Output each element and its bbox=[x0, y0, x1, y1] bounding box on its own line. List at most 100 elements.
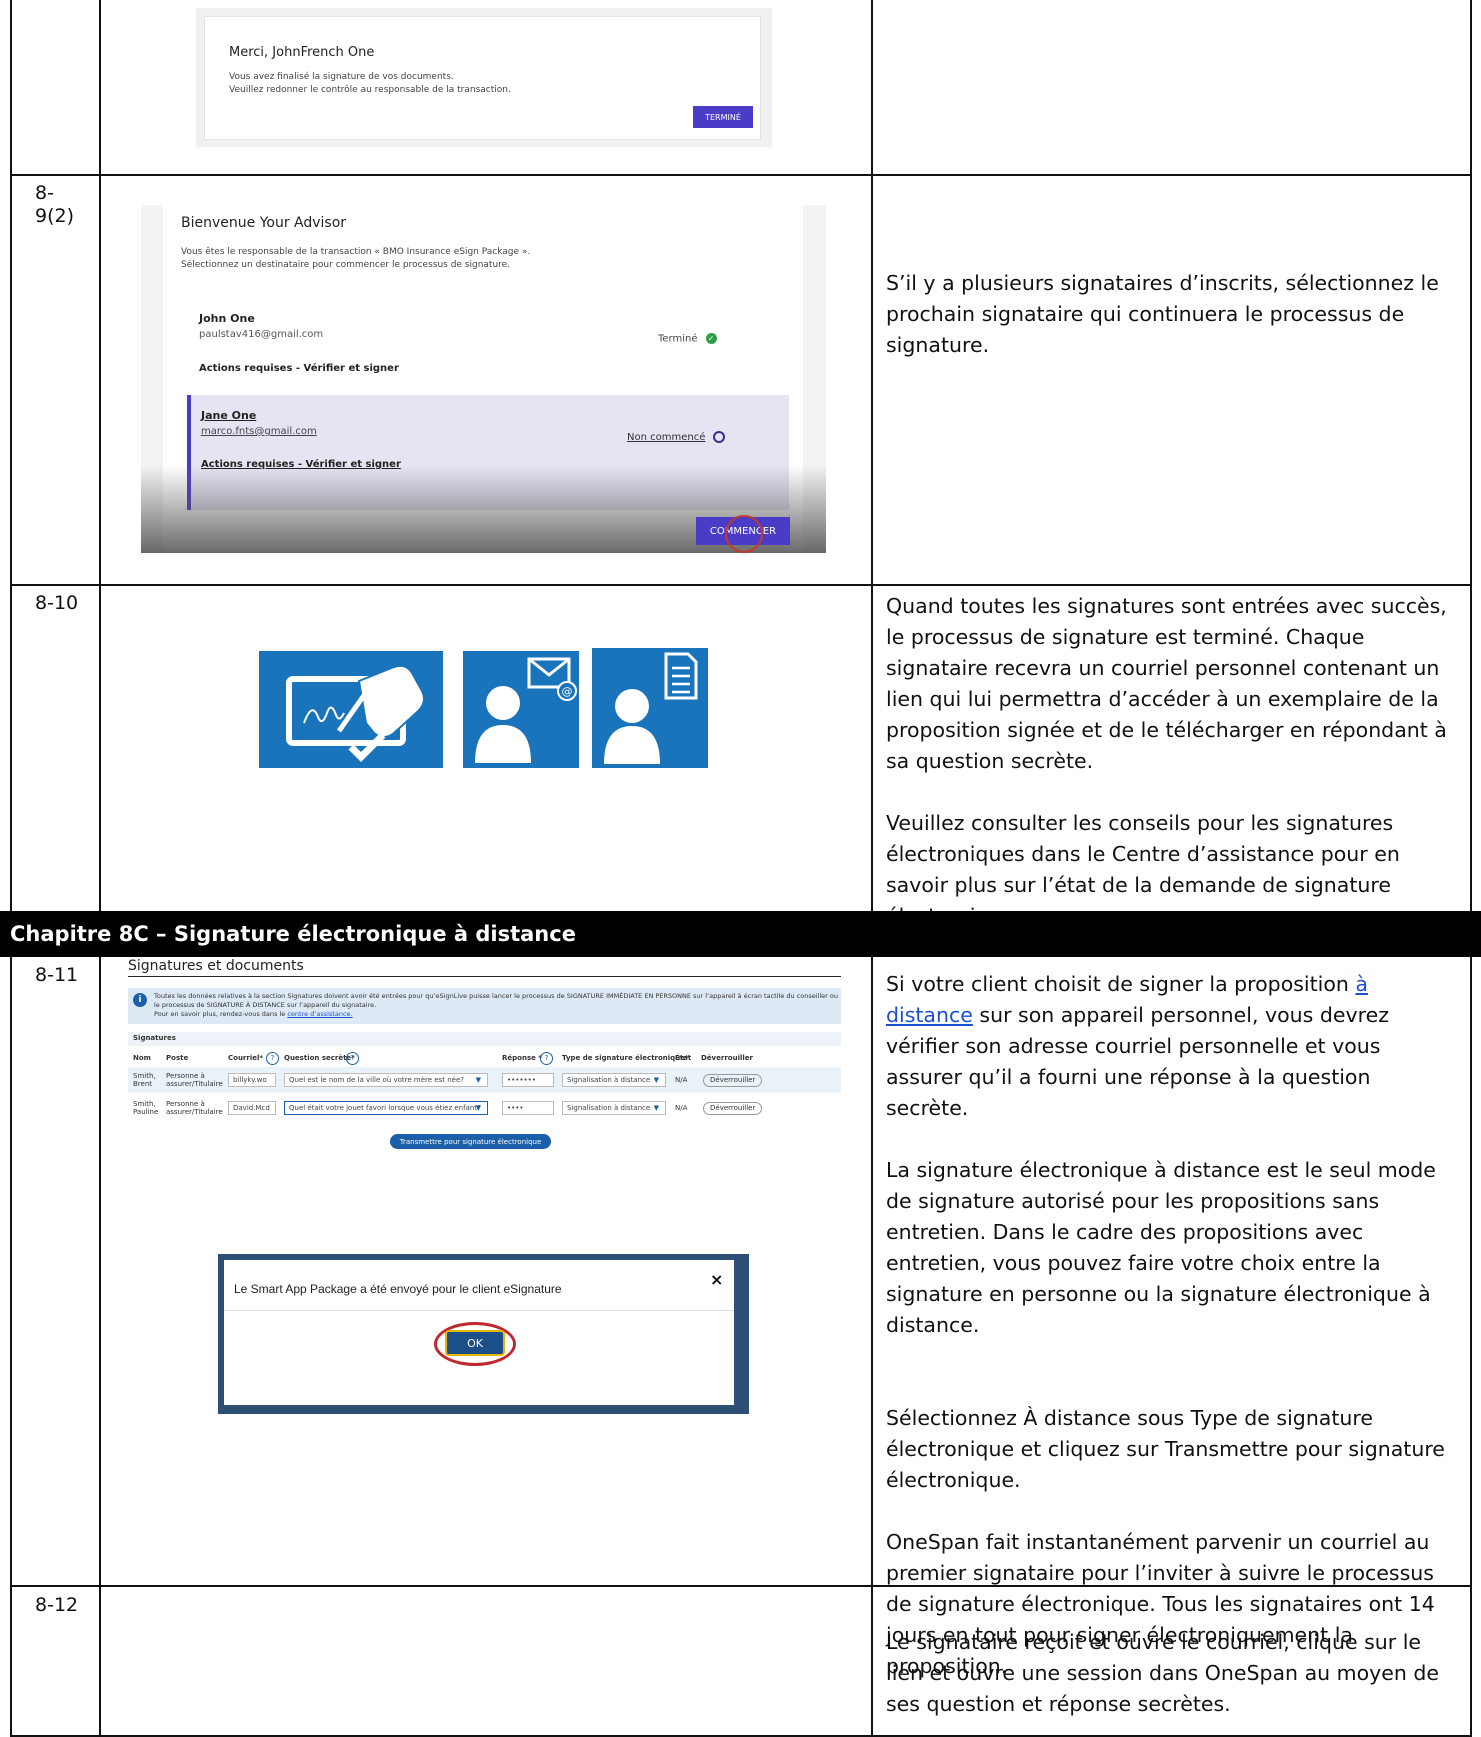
col-header-type: Type de signature électronique* bbox=[562, 1054, 689, 1062]
table-border-left bbox=[10, 0, 12, 1737]
row2-nom-1: Smith, bbox=[133, 1100, 156, 1108]
signer-2-email[interactable]: marco.fnts@gmail.com bbox=[201, 426, 317, 437]
dialog-divider bbox=[224, 1310, 734, 1311]
row2-poste-2: assurer/Titulaire bbox=[166, 1108, 223, 1116]
check-circle-icon: ✓ bbox=[705, 333, 717, 344]
step-number: 8-11 bbox=[35, 964, 79, 986]
row1-question-value: Quel est le nom de la ville où votre mèr… bbox=[289, 1076, 464, 1084]
table-col-divider-1b bbox=[99, 957, 101, 1737]
table-col-divider-2 bbox=[871, 0, 873, 911]
step-8-11-para-2: La signature électronique à distance est… bbox=[886, 1158, 1436, 1337]
caret-down-icon: ▼ bbox=[653, 1104, 659, 1112]
screenshot-signatures-documents: Signatures et documents i Toutes les don… bbox=[128, 958, 841, 1208]
row2-type-value: Signalisation à distance bbox=[567, 1104, 651, 1112]
signer-2-status: Non commencé bbox=[627, 431, 726, 443]
row1-type-value: Signalisation à distance bbox=[567, 1076, 651, 1084]
signer-2-status-text: Non commencé bbox=[627, 432, 706, 443]
row1-question-select[interactable]: Quel est le nom de la ville où votre mèr… bbox=[284, 1073, 488, 1087]
bienvenue-line-2: Sélectionnez un destinataire pour commen… bbox=[181, 260, 511, 270]
info-line-2: le processus de SIGNATURE À DISTANCE sur… bbox=[154, 1001, 377, 1009]
row1-type-select[interactable]: Signalisation à distance ▼ bbox=[562, 1073, 666, 1087]
table-col-divider-2b bbox=[871, 957, 873, 1737]
col-header-etat: État bbox=[675, 1054, 692, 1062]
col-header-deverrouiller: Déverrouiller bbox=[701, 1054, 753, 1062]
dialog-message: Le Smart App Package a été envoyé pour l… bbox=[234, 1282, 562, 1296]
col-header-courriel: Courriel* bbox=[228, 1054, 264, 1062]
click-highlight-circle bbox=[725, 515, 763, 553]
row2-question-value: Quel était votre jouet favori lorsque vo… bbox=[289, 1104, 481, 1112]
ok-button[interactable]: OK bbox=[445, 1330, 505, 1356]
screenshot-confirmation-dialog: Le Smart App Package a été envoyé pour l… bbox=[218, 1254, 749, 1414]
screenshot-bienvenue: Bienvenue Your Advisor Vous êtes le resp… bbox=[141, 205, 826, 553]
screenshot-merci: Merci, JohnFrench One Vous avez finalisé… bbox=[196, 8, 772, 147]
row1-poste-2: assurer/Titulaire bbox=[166, 1080, 223, 1088]
row1-courriel-input[interactable]: billyky.wo bbox=[228, 1073, 276, 1087]
step-8-9-description: S’il y a plusieurs signataires d’inscrit… bbox=[886, 271, 1439, 357]
signer-1-email: paulstav416@gmail.com bbox=[199, 329, 324, 340]
caret-down-icon: ▼ bbox=[475, 1076, 481, 1084]
step-8-12-description: Le signataire reçoit et ouvre le courrie… bbox=[886, 1630, 1440, 1716]
transmettre-button[interactable]: Transmettre pour signature électronique bbox=[390, 1134, 551, 1149]
row2-deverrouiller-button[interactable]: Déverrouiller bbox=[703, 1102, 763, 1115]
col-header-question: Question secrète* bbox=[284, 1054, 355, 1062]
para-1-pre: Si votre client choisit de signer la pro… bbox=[886, 972, 1356, 996]
caret-down-icon: ▼ bbox=[475, 1104, 481, 1112]
row2-etat: N/A bbox=[675, 1104, 688, 1112]
step-8-10-description: Quand toutes les signatures sont entrées… bbox=[886, 591, 1456, 932]
hand-signing-icon bbox=[259, 651, 443, 768]
signatures-section-header: Signatures bbox=[128, 1032, 841, 1046]
step-8-11-para-1: Si votre client choisit de signer la pro… bbox=[886, 969, 1456, 1124]
step-number: 8-10 bbox=[35, 592, 79, 614]
table-border-right-b bbox=[1470, 957, 1472, 1737]
signer-2-name[interactable]: Jane One bbox=[201, 409, 256, 422]
confirmation-dialog: Le Smart App Package a été envoyé pour l… bbox=[224, 1260, 734, 1405]
help-icon[interactable]: ? bbox=[540, 1052, 553, 1065]
step-8-11-para-3: Sélectionnez À distance sous Type de sig… bbox=[886, 1406, 1445, 1492]
help-icon[interactable]: ? bbox=[266, 1052, 279, 1065]
row2-question-select[interactable]: Quel était votre jouet favori lorsque vo… bbox=[284, 1101, 488, 1115]
info-line-1: Toutes les données relatives à la sectio… bbox=[154, 992, 839, 1000]
info-banner: i Toutes les données relatives à la sect… bbox=[128, 988, 841, 1024]
row-divider bbox=[10, 584, 1472, 586]
svg-text:@: @ bbox=[562, 685, 573, 698]
help-icon[interactable]: ? bbox=[346, 1052, 359, 1065]
user-document-icon bbox=[592, 648, 708, 768]
close-icon[interactable]: × bbox=[710, 1270, 723, 1289]
info-icon: i bbox=[133, 993, 147, 1007]
merci-card: Merci, JohnFrench One Vous avez finalisé… bbox=[204, 16, 761, 140]
signer-1-actions: Actions requises - Vérifier et signer bbox=[199, 363, 399, 374]
bienvenue-line-1: Vous êtes le responsable de la transacti… bbox=[181, 247, 531, 257]
table-col-divider-1 bbox=[99, 0, 101, 911]
row2-type-select[interactable]: Signalisation à distance ▼ bbox=[562, 1101, 666, 1115]
termine-button[interactable]: TERMINÉ bbox=[693, 106, 753, 128]
col-header-poste: Poste bbox=[166, 1054, 189, 1062]
row2-courriel-input[interactable]: David.Mcd bbox=[228, 1101, 276, 1115]
row2-poste-1: Personne à bbox=[166, 1100, 205, 1108]
step-8-11-description: Si votre client choisit de signer la pro… bbox=[886, 969, 1456, 1682]
row1-reponse-input[interactable]: ••••••• bbox=[502, 1073, 554, 1087]
circle-outline-icon bbox=[713, 431, 726, 443]
info-line-3-text: Pour en savoir plus, rendez-vous dans le bbox=[154, 1010, 288, 1018]
row2-nom-2: Pauline bbox=[133, 1108, 159, 1116]
assistance-link[interactable]: centre d’assistance. bbox=[287, 1010, 352, 1018]
caret-down-icon: ▼ bbox=[653, 1076, 659, 1084]
row1-nom-2: Brent bbox=[133, 1080, 153, 1088]
merci-title: Merci, JohnFrench One bbox=[229, 45, 375, 60]
merci-line-2: Veuillez redonner le contrôle au respons… bbox=[229, 85, 511, 95]
row1-nom-1: Smith, bbox=[133, 1072, 156, 1080]
user-email-icon: @ bbox=[463, 651, 579, 768]
step-8-10-para-1: Quand toutes les signatures sont entrées… bbox=[886, 594, 1447, 773]
row1-poste-1: Personne à bbox=[166, 1072, 205, 1080]
signer-1-status: Terminé ✓ bbox=[658, 333, 717, 345]
row1-deverrouiller-button[interactable]: Déverrouiller bbox=[703, 1074, 763, 1087]
section-label: Signatures bbox=[133, 1034, 176, 1042]
row2-reponse-input[interactable]: •••• bbox=[502, 1101, 554, 1115]
info-line-3: Pour en savoir plus, rendez-vous dans le… bbox=[154, 1010, 353, 1018]
row1-etat: N/A bbox=[675, 1076, 688, 1084]
step-number: 8-12 bbox=[35, 1594, 79, 1616]
col-header-reponse: Réponse * bbox=[502, 1054, 542, 1062]
signer-1-status-text: Terminé bbox=[658, 333, 698, 345]
title-underline bbox=[128, 976, 841, 977]
signatures-title: Signatures et documents bbox=[128, 958, 304, 974]
chapter-heading: Chapitre 8C – Signature électronique à d… bbox=[0, 911, 1481, 957]
